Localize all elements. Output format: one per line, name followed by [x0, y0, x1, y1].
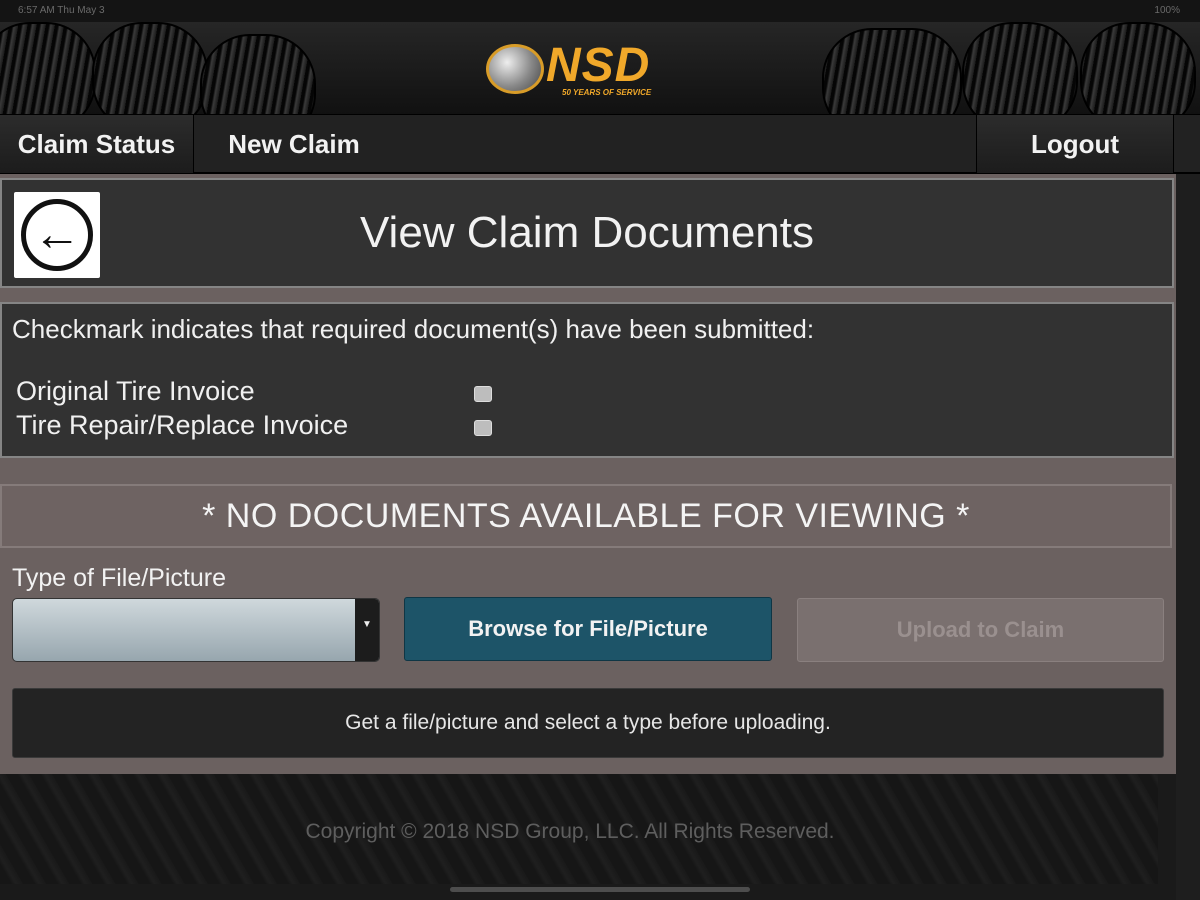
nav-new-claim[interactable]: New Claim [194, 115, 394, 173]
tire-image [962, 22, 1078, 114]
document-checkbox [474, 420, 492, 436]
copyright-text: Copyright © 2018 NSD Group, LLC. All Rig… [305, 820, 835, 843]
status-bar: 6:57 AM Thu May 3 100% [0, 0, 1200, 22]
tire-image [822, 28, 962, 114]
tire-image [1080, 22, 1196, 114]
document-label: Original Tire Invoice [16, 376, 255, 406]
document-label: Tire Repair/Replace Invoice [16, 410, 349, 440]
back-button[interactable]: ← [14, 192, 100, 278]
required-documents-panel: Checkmark indicates that required docume… [0, 302, 1174, 458]
back-arrow-icon: ← [21, 199, 93, 271]
documents-intro: Checkmark indicates that required docume… [12, 314, 815, 344]
upload-to-claim-button[interactable]: Upload to Claim [797, 598, 1164, 662]
upload-hint-message: Get a file/picture and select a type bef… [12, 688, 1164, 758]
right-edge [1176, 174, 1200, 900]
dropdown-arrow-icon: ▼ [355, 599, 379, 661]
tire-image [200, 34, 316, 114]
tire-image [92, 22, 208, 114]
logo-tagline: 50 YEARS OF SERVICE [562, 88, 652, 97]
logo-globe-icon [486, 44, 544, 94]
battery-status: 100% [1154, 5, 1180, 16]
page-title: View Claim Documents [359, 208, 814, 257]
status-time: 6:57 AM Thu May 3 [18, 5, 105, 16]
browse-file-button[interactable]: Browse for File/Picture [404, 597, 772, 661]
document-checkbox [474, 386, 492, 402]
nav-logout[interactable]: Logout [976, 115, 1174, 173]
header-banner: NSD 50 YEARS OF SERVICE [0, 22, 1200, 114]
tire-image [0, 22, 96, 114]
title-panel: View Claim Documents ← [0, 178, 1174, 288]
file-type-select[interactable]: ▼ [12, 598, 380, 662]
nav-claim-status[interactable]: Claim Status [0, 115, 194, 173]
home-indicator[interactable] [450, 887, 750, 892]
main-nav: Claim Status New Claim Logout [0, 114, 1200, 174]
logo-text: NSD [546, 39, 651, 92]
nsd-logo: NSD 50 YEARS OF SERVICE [484, 38, 694, 104]
main-content: View Claim Documents ← Checkmark indicat… [0, 174, 1176, 774]
footer: Copyright © 2018 NSD Group, LLC. All Rig… [0, 774, 1158, 884]
no-documents-message: * NO DOCUMENTS AVAILABLE FOR VIEWING * [0, 484, 1172, 548]
file-type-label: Type of File/Picture [12, 564, 226, 592]
